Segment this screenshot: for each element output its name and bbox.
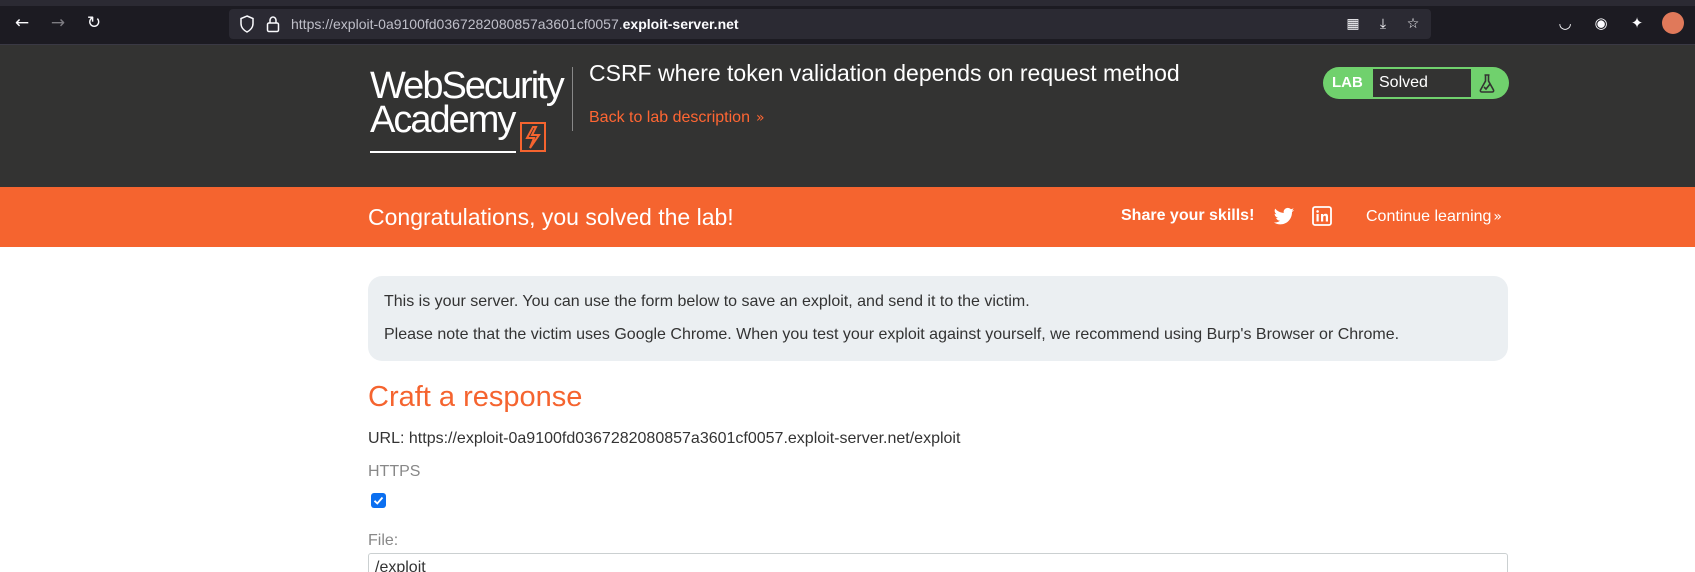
double-chevron-right-icon: » <box>755 110 765 126</box>
logo-underline <box>370 151 516 153</box>
double-chevron-right-icon: » <box>1493 209 1502 225</box>
lock-icon[interactable] <box>265 15 281 33</box>
flask-icon <box>1479 74 1495 93</box>
congratulations-message: Congratulations, you solved the lab! <box>368 204 734 230</box>
save-to-pocket-icon[interactable]: ⤓ <box>1373 14 1393 34</box>
browser-toolbar: ← → ↻ https://exploit-0a9100fd0367282080… <box>0 0 1695 45</box>
forward-arrow-icon[interactable]: → <box>47 12 69 34</box>
file-label: File: <box>368 532 399 549</box>
back-to-lab-link[interactable]: Back to lab description » <box>589 109 765 127</box>
back-link-label: Back to lab description <box>589 109 750 126</box>
avatar[interactable] <box>1662 12 1684 34</box>
continue-learning-link[interactable]: Continue learning» <box>1366 208 1502 226</box>
header-divider <box>572 67 573 131</box>
lab-status-badge: LAB Solved <box>1323 67 1509 99</box>
share-skills-label: Share your skills! <box>1121 207 1255 224</box>
logo-lightning-icon <box>520 122 546 152</box>
checkmark-icon <box>373 496 384 505</box>
craft-response-heading: Craft a response <box>368 381 583 413</box>
extensions-icon[interactable]: ✦ <box>1626 12 1648 34</box>
lab-status-text: Solved <box>1373 69 1471 97</box>
back-arrow-icon[interactable]: ← <box>11 12 33 34</box>
https-label: HTTPS <box>368 463 421 480</box>
file-path-input[interactable] <box>368 553 1508 572</box>
bookmark-star-icon[interactable]: ☆ <box>1403 14 1423 34</box>
https-checkbox[interactable] <box>371 493 386 508</box>
exploit-url: URL: https://exploit-0a9100fd03672820808… <box>368 430 961 447</box>
tab-strip <box>0 0 1695 6</box>
reload-icon[interactable]: ↻ <box>83 12 105 34</box>
twitter-icon[interactable] <box>1273 207 1295 227</box>
info-line-2: Please note that the victim uses Google … <box>384 326 1400 343</box>
pocket-icon[interactable]: ◡ <box>1554 12 1576 34</box>
url-text[interactable]: https://exploit-0a9100fd0367282080857a36… <box>291 16 739 32</box>
linkedin-icon[interactable] <box>1312 206 1332 226</box>
url-domain: exploit-server.net <box>622 16 739 32</box>
continue-learning-label: Continue learning <box>1366 208 1492 225</box>
lab-header: WebSecurity Academy CSRF where token val… <box>0 45 1695 187</box>
info-line-1: This is your server. You can use the for… <box>384 293 1030 310</box>
lab-badge-label: LAB <box>1332 74 1363 91</box>
logo-line2: Academy <box>370 99 516 141</box>
lab-title: CSRF where token validation depends on r… <box>589 60 1180 86</box>
solved-banner: Congratulations, you solved the lab! Sha… <box>0 187 1695 247</box>
web-security-academy-logo[interactable]: WebSecurity Academy <box>370 65 570 153</box>
account-icon[interactable]: ◉ <box>1590 12 1612 34</box>
address-bar[interactable]: https://exploit-0a9100fd0367282080857a36… <box>229 9 1431 39</box>
server-info-notice: This is your server. You can use the for… <box>368 276 1508 361</box>
shield-icon[interactable] <box>239 15 255 33</box>
qr-code-icon[interactable]: ▦ <box>1343 14 1363 34</box>
url-prefix: https://exploit-0a9100fd0367282080857a36… <box>291 16 623 32</box>
